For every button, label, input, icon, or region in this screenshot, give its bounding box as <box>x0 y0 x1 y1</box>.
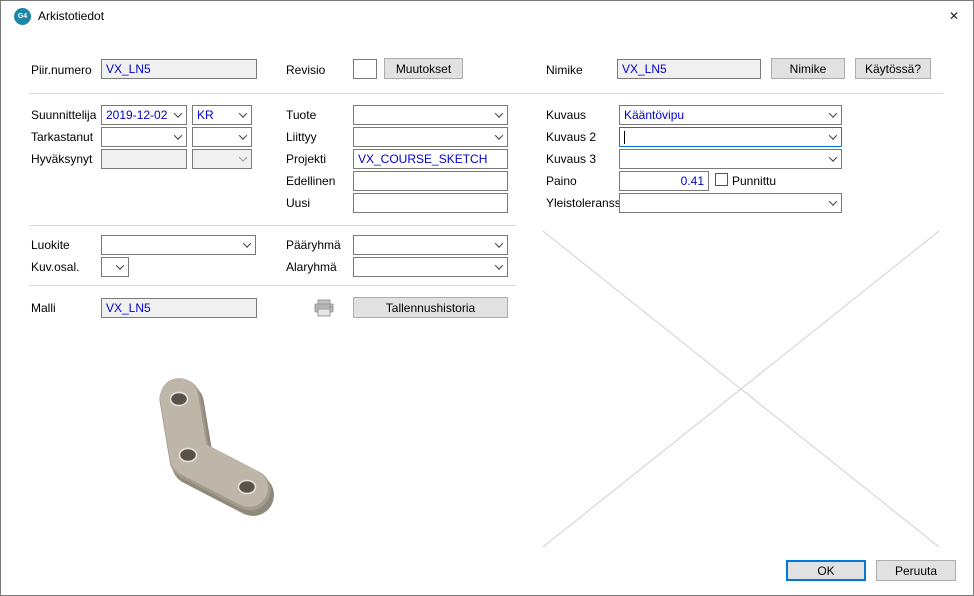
malli-field[interactable] <box>101 298 257 318</box>
piir-numero-field[interactable] <box>101 59 257 79</box>
suunnittelija-initials-value: KR <box>193 108 234 122</box>
part-preview-image <box>101 345 341 537</box>
kuv-osal-label: Kuv.osal. <box>31 260 79 274</box>
hyvaksynyt-label: Hyväksynyt <box>31 152 92 166</box>
print-icon[interactable] <box>314 299 334 317</box>
yleistoleranssi-label: Yleistoleranssi <box>546 196 623 210</box>
kuvaus-combo[interactable]: Kääntövipu <box>619 105 842 125</box>
chevron-down-icon[interactable] <box>490 106 507 124</box>
chevron-down-icon[interactable] <box>824 150 841 168</box>
revisio-label: Revisio <box>286 63 325 77</box>
uusi-field[interactable] <box>353 193 508 213</box>
chevron-down-icon[interactable] <box>490 258 507 276</box>
kuvaus2-label: Kuvaus 2 <box>546 130 596 144</box>
separator-middle <box>29 225 516 226</box>
projekti-field[interactable] <box>353 149 508 169</box>
kaytossa-button[interactable]: Käytössä? <box>855 58 931 79</box>
chevron-down-icon[interactable] <box>234 128 251 146</box>
chevron-down-icon[interactable] <box>490 236 507 254</box>
chevron-down-icon[interactable] <box>490 128 507 146</box>
archive-info-dialog: G4 Arkistotiedot ✕ Piir.numero Revisio M… <box>0 0 974 596</box>
uusi-label: Uusi <box>286 196 310 210</box>
paaryhma-label: Pääryhmä <box>286 238 341 252</box>
liittyy-label: Liittyy <box>286 130 317 144</box>
suunnittelija-initials-combo[interactable]: KR <box>192 105 252 125</box>
kuvaus3-label: Kuvaus 3 <box>546 152 596 166</box>
chevron-down-icon[interactable] <box>238 236 255 254</box>
hyvaksynyt-initials-combo[interactable] <box>192 149 252 169</box>
hyvaksynyt-field[interactable] <box>101 149 187 169</box>
empty-preview-placeholder <box>541 229 941 549</box>
edellinen-field[interactable] <box>353 171 508 191</box>
kuvaus-value: Kääntövipu <box>620 108 824 122</box>
tarkastanut-label: Tarkastanut <box>31 130 93 144</box>
muutokset-button[interactable]: Muutokset <box>384 58 463 79</box>
separator-top <box>29 93 943 94</box>
punnittu-label: Punnittu <box>732 174 776 188</box>
suunnittelija-date-combo[interactable]: 2019-12-02 <box>101 105 187 125</box>
text-caret <box>624 131 625 144</box>
suunnittelija-date-value: 2019-12-02 <box>102 108 169 122</box>
tarkastanut-initials-combo[interactable] <box>192 127 252 147</box>
ok-button[interactable]: OK <box>786 560 866 581</box>
alaryhma-combo[interactable] <box>353 257 508 277</box>
chevron-down-icon[interactable] <box>169 128 186 146</box>
paino-label: Paino <box>546 174 577 188</box>
suunnittelija-label: Suunnittelija <box>31 108 96 122</box>
nimike-field[interactable] <box>617 59 761 79</box>
punnittu-checkbox[interactable] <box>715 173 728 186</box>
yleistoleranssi-combo[interactable] <box>619 193 842 213</box>
kuvaus3-combo[interactable] <box>619 149 842 169</box>
tuote-label: Tuote <box>286 108 316 122</box>
paino-field[interactable] <box>619 171 709 191</box>
separator-bottom <box>29 285 516 286</box>
malli-label: Malli <box>31 301 56 315</box>
nimike-label: Nimike <box>546 63 583 77</box>
tuote-combo[interactable] <box>353 105 508 125</box>
peruuta-button[interactable]: Peruuta <box>876 560 956 581</box>
close-button[interactable]: ✕ <box>935 1 973 30</box>
luokite-label: Luokite <box>31 238 70 252</box>
liittyy-combo[interactable] <box>353 127 508 147</box>
chevron-down-icon[interactable] <box>824 128 841 146</box>
kuv-osal-combo[interactable] <box>101 257 129 277</box>
chevron-down-icon[interactable] <box>824 194 841 212</box>
kuvaus-label: Kuvaus <box>546 108 586 122</box>
dialog-title: Arkistotiedot <box>38 9 104 23</box>
tallennushistoria-button[interactable]: Tallennushistoria <box>353 297 508 318</box>
piir-numero-label: Piir.numero <box>31 63 92 77</box>
chevron-down-icon[interactable] <box>169 106 186 124</box>
tarkastanut-date-combo[interactable] <box>101 127 187 147</box>
revisio-field[interactable] <box>353 59 377 79</box>
nimike-button[interactable]: Nimike <box>771 58 845 79</box>
chevron-down-icon[interactable] <box>824 106 841 124</box>
title-bar: G4 Arkistotiedot ✕ <box>1 1 973 31</box>
luokite-combo[interactable] <box>101 235 256 255</box>
edellinen-label: Edellinen <box>286 174 335 188</box>
chevron-down-icon[interactable] <box>234 106 251 124</box>
paaryhma-combo[interactable] <box>353 235 508 255</box>
kuvaus2-combo[interactable] <box>619 127 842 147</box>
chevron-down-icon[interactable] <box>234 150 251 168</box>
alaryhma-label: Alaryhmä <box>286 260 337 274</box>
app-icon: G4 <box>14 8 31 25</box>
chevron-down-icon[interactable] <box>111 258 128 276</box>
projekti-label: Projekti <box>286 152 326 166</box>
